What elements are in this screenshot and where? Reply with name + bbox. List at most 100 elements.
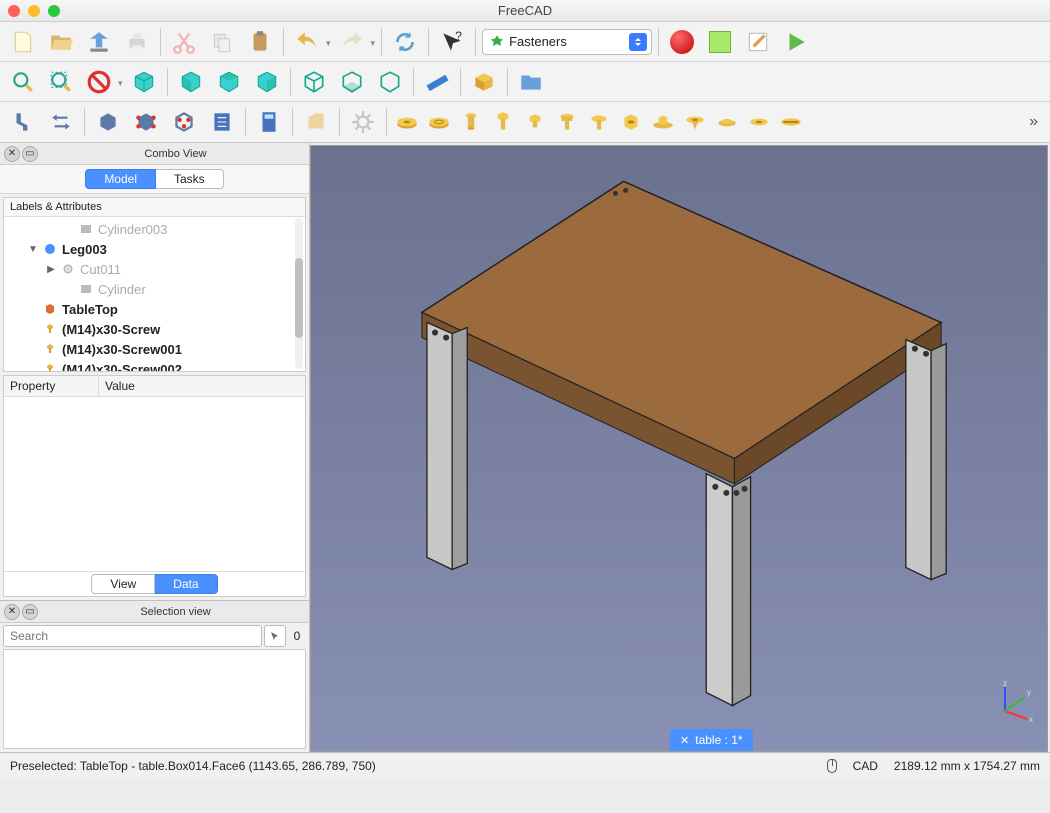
tab-data[interactable]: Data: [155, 574, 217, 594]
tree-item[interactable]: Cylinder: [4, 279, 305, 299]
redo-button[interactable]: [335, 25, 369, 59]
property-col-header: Property: [4, 376, 99, 396]
window-close-button[interactable]: [8, 5, 20, 17]
copy-button[interactable]: [205, 25, 239, 59]
fastener-stud-button[interactable]: [457, 108, 485, 136]
tree-item[interactable]: ▶Cut011: [4, 259, 305, 279]
macro-run-button[interactable]: [779, 25, 813, 59]
fastener-button-head-button[interactable]: [585, 108, 613, 136]
fastener-hex-bolt-button[interactable]: [489, 108, 517, 136]
titlebar: FreeCAD: [0, 0, 1050, 22]
move-tool-button[interactable]: [6, 105, 40, 139]
tree-item[interactable]: Cylinder003: [4, 219, 305, 239]
flip-tool-button[interactable]: [44, 105, 78, 139]
workbench-selector[interactable]: Fasteners: [482, 29, 652, 55]
tree-scrollbar[interactable]: [295, 218, 303, 369]
axis-widget: z y x: [993, 679, 1037, 723]
undo-dropdown[interactable]: [328, 34, 331, 49]
match-inner-button[interactable]: [167, 105, 201, 139]
zoom-fit-button[interactable]: [6, 65, 40, 99]
view-iso-button[interactable]: [127, 65, 161, 99]
macro-stop-button[interactable]: [703, 25, 737, 59]
fastener-cap-screw-button[interactable]: [553, 108, 581, 136]
no-entry-button[interactable]: [82, 65, 116, 99]
sidebar: ✕ ▭ Combo View Model Tasks Labels & Attr…: [0, 143, 310, 752]
tree-item[interactable]: (M14)x30-Screw002: [4, 359, 305, 372]
selview-close-button[interactable]: ✕: [4, 604, 20, 620]
tab-model[interactable]: Model: [85, 169, 156, 189]
tree-item[interactable]: (M14)x30-Screw: [4, 319, 305, 339]
view-right-button[interactable]: [250, 65, 284, 99]
redo-dropdown[interactable]: [373, 34, 376, 49]
chamfer-button[interactable]: [299, 105, 333, 139]
tab-view[interactable]: View: [91, 574, 155, 594]
undo-button[interactable]: [290, 25, 324, 59]
selection-list[interactable]: [3, 649, 306, 749]
selview-float-button[interactable]: ▭: [22, 604, 38, 620]
window-maximize-button[interactable]: [48, 5, 60, 17]
calc-button[interactable]: [252, 105, 286, 139]
fastener-washer-2-button[interactable]: [425, 108, 453, 136]
tree-item[interactable]: TableTop: [4, 299, 305, 319]
bom-button[interactable]: [205, 105, 239, 139]
paste-button[interactable]: [243, 25, 277, 59]
combo-tabs: Model Tasks: [0, 165, 309, 194]
workbench-arrows-icon: [629, 33, 647, 51]
selection-count: 0: [288, 625, 306, 647]
macro-record-button[interactable]: [665, 25, 699, 59]
fastener-hex-nut-button[interactable]: [617, 108, 645, 136]
close-tab-icon[interactable]: ✕: [680, 734, 689, 747]
fastener-slot-button[interactable]: [777, 108, 805, 136]
table-3d-model: [311, 146, 1047, 751]
tab-tasks[interactable]: Tasks: [156, 169, 224, 189]
fastener-countersunk-button[interactable]: [681, 108, 709, 136]
document-tab[interactable]: ✕ table : 1*: [670, 729, 753, 751]
document-tab-label: table : 1*: [695, 733, 742, 747]
view-rear-button[interactable]: [297, 65, 331, 99]
refresh-button[interactable]: [388, 25, 422, 59]
folder-button[interactable]: [514, 65, 548, 99]
nav-style-label[interactable]: CAD: [853, 759, 878, 773]
view-left-button[interactable]: [373, 65, 407, 99]
new-file-button[interactable]: [6, 25, 40, 59]
cut-button[interactable]: [167, 25, 201, 59]
zoom-selection-button[interactable]: [44, 65, 78, 99]
macro-edit-button[interactable]: [741, 25, 775, 59]
toolbar-row-1: ? Fasteners: [0, 22, 1050, 62]
selection-view-panel: ✕ ▭ Selection view 0: [0, 600, 309, 752]
status-bar: Preselected: TableTop - table.Box014.Fac…: [0, 752, 1050, 778]
part-button[interactable]: [467, 65, 501, 99]
toolbar-overflow-button[interactable]: »: [1023, 113, 1044, 131]
3d-viewport[interactable]: z y x ✕ table : 1*: [310, 145, 1048, 752]
view-front-button[interactable]: [174, 65, 208, 99]
match-outer-button[interactable]: [129, 105, 163, 139]
pick-button[interactable]: [264, 625, 286, 647]
toolbar-row-3: »: [0, 102, 1050, 142]
model-tree[interactable]: Cylinder003▼Leg003▶Cut011CylinderTableTo…: [4, 217, 305, 372]
tree-item[interactable]: (M14)x30-Screw001: [4, 339, 305, 359]
main-area: ✕ ▭ Combo View Model Tasks Labels & Attr…: [0, 143, 1050, 752]
fastener-washer-1-button[interactable]: [393, 108, 421, 136]
fastener-hex-short-button[interactable]: [521, 108, 549, 136]
panel-close-button[interactable]: ✕: [4, 146, 20, 162]
svg-text:x: x: [1029, 715, 1033, 723]
measure-button[interactable]: [420, 65, 454, 99]
view-bottom-button[interactable]: [335, 65, 369, 99]
shape-tool-button[interactable]: [91, 105, 125, 139]
view-top-button[interactable]: [212, 65, 246, 99]
combo-view-title: Combo View: [42, 148, 309, 160]
nav-style-icon[interactable]: [827, 759, 837, 773]
tree-item[interactable]: ▼Leg003: [4, 239, 305, 259]
whats-this-button[interactable]: ?: [435, 25, 469, 59]
save-button[interactable]: [82, 25, 116, 59]
open-file-button[interactable]: [44, 25, 78, 59]
panel-float-button[interactable]: ▭: [22, 146, 38, 162]
search-input[interactable]: [3, 625, 262, 647]
fastener-flange-nut-button[interactable]: [649, 108, 677, 136]
gear-button[interactable]: [346, 105, 380, 139]
window-minimize-button[interactable]: [28, 5, 40, 17]
print-button[interactable]: [120, 25, 154, 59]
drawstyle-dropdown[interactable]: [120, 74, 123, 89]
fastener-dome-button[interactable]: [713, 108, 741, 136]
fastener-ring-button[interactable]: [745, 108, 773, 136]
